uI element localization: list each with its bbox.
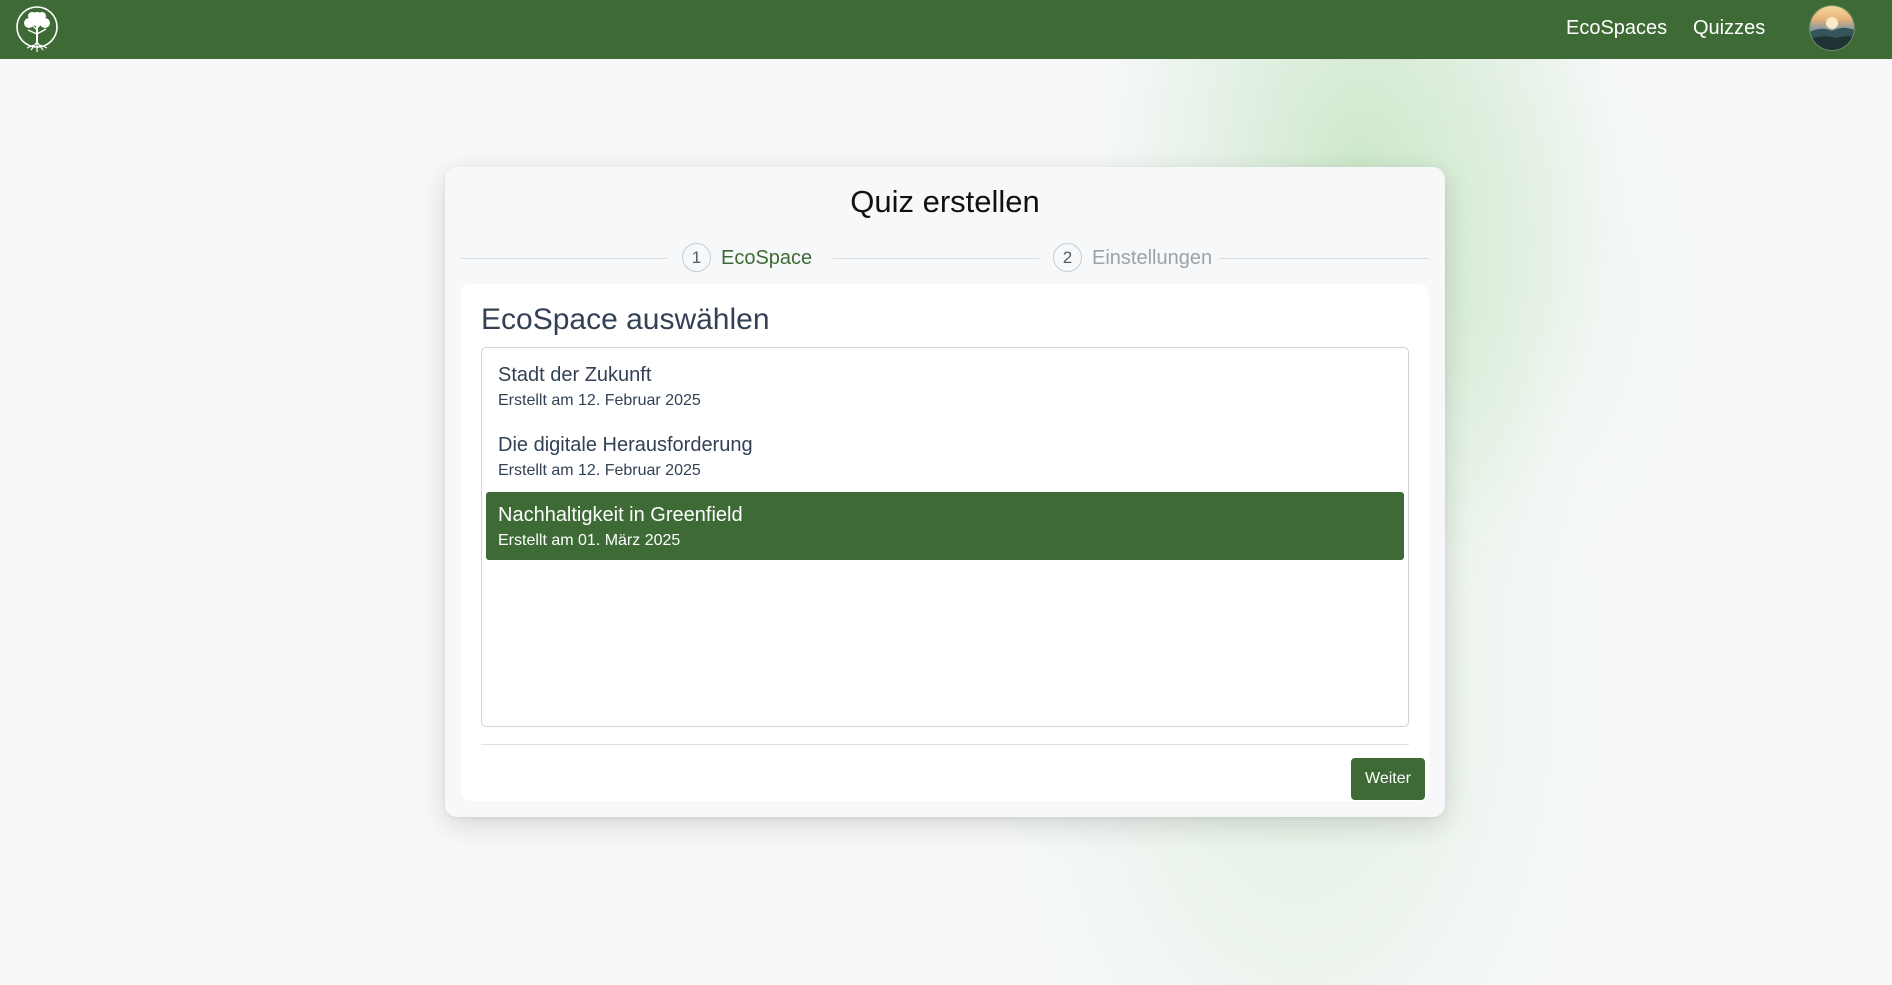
step-2-label[interactable]: Einstellungen (1092, 246, 1212, 270)
create-quiz-card: Quiz erstellen 1 EcoSpace 2 Einstellunge… (445, 167, 1445, 817)
stepper-line (1219, 258, 1429, 259)
page-title: Quiz erstellen (850, 184, 1040, 219)
user-avatar[interactable] (1810, 6, 1854, 50)
step-1-number: 1 (682, 243, 711, 272)
ecospace-option-nachhaltigkeit-in-greenfield[interactable]: Nachhaltigkeit in Greenfield Erstellt am… (486, 492, 1404, 560)
ecospace-listbox[interactable]: Stadt der Zukunft Erstellt am 12. Februa… (481, 347, 1409, 727)
stepper-line (461, 258, 667, 259)
ecospace-created-date: Erstellt am 12. Februar 2025 (498, 462, 701, 479)
nav-link-quizzes[interactable]: Quizzes (1693, 15, 1765, 41)
section-title: EcoSpace auswählen (481, 303, 770, 336)
ecospace-option-stadt-der-zukunft[interactable]: Stadt der Zukunft Erstellt am 12. Februa… (486, 352, 1404, 420)
step-1-label[interactable]: EcoSpace (721, 246, 812, 270)
ecospace-option-die-digitale-herausforderung[interactable]: Die digitale Herausforderung Erstellt am… (486, 422, 1404, 490)
next-button[interactable]: Weiter (1351, 758, 1425, 800)
ecospace-created-date: Erstellt am 12. Februar 2025 (498, 392, 701, 409)
stepper-line (833, 258, 1039, 259)
ecospace-name: Die digitale Herausforderung (498, 434, 753, 456)
ecospace-selection-panel: EcoSpace auswählen Stadt der Zukunft Ers… (461, 284, 1429, 801)
ecospace-name: Stadt der Zukunft (498, 364, 652, 386)
divider (481, 744, 1409, 745)
nav-link-ecospaces[interactable]: EcoSpaces (1566, 15, 1667, 41)
ecospace-name: Nachhaltigkeit in Greenfield (498, 504, 743, 526)
tree-logo-icon[interactable] (14, 4, 60, 54)
step-2-number: 2 (1053, 243, 1082, 272)
ecospace-created-date: Erstellt am 01. März 2025 (498, 532, 681, 549)
top-navbar: EcoSpaces Quizzes (0, 0, 1892, 59)
